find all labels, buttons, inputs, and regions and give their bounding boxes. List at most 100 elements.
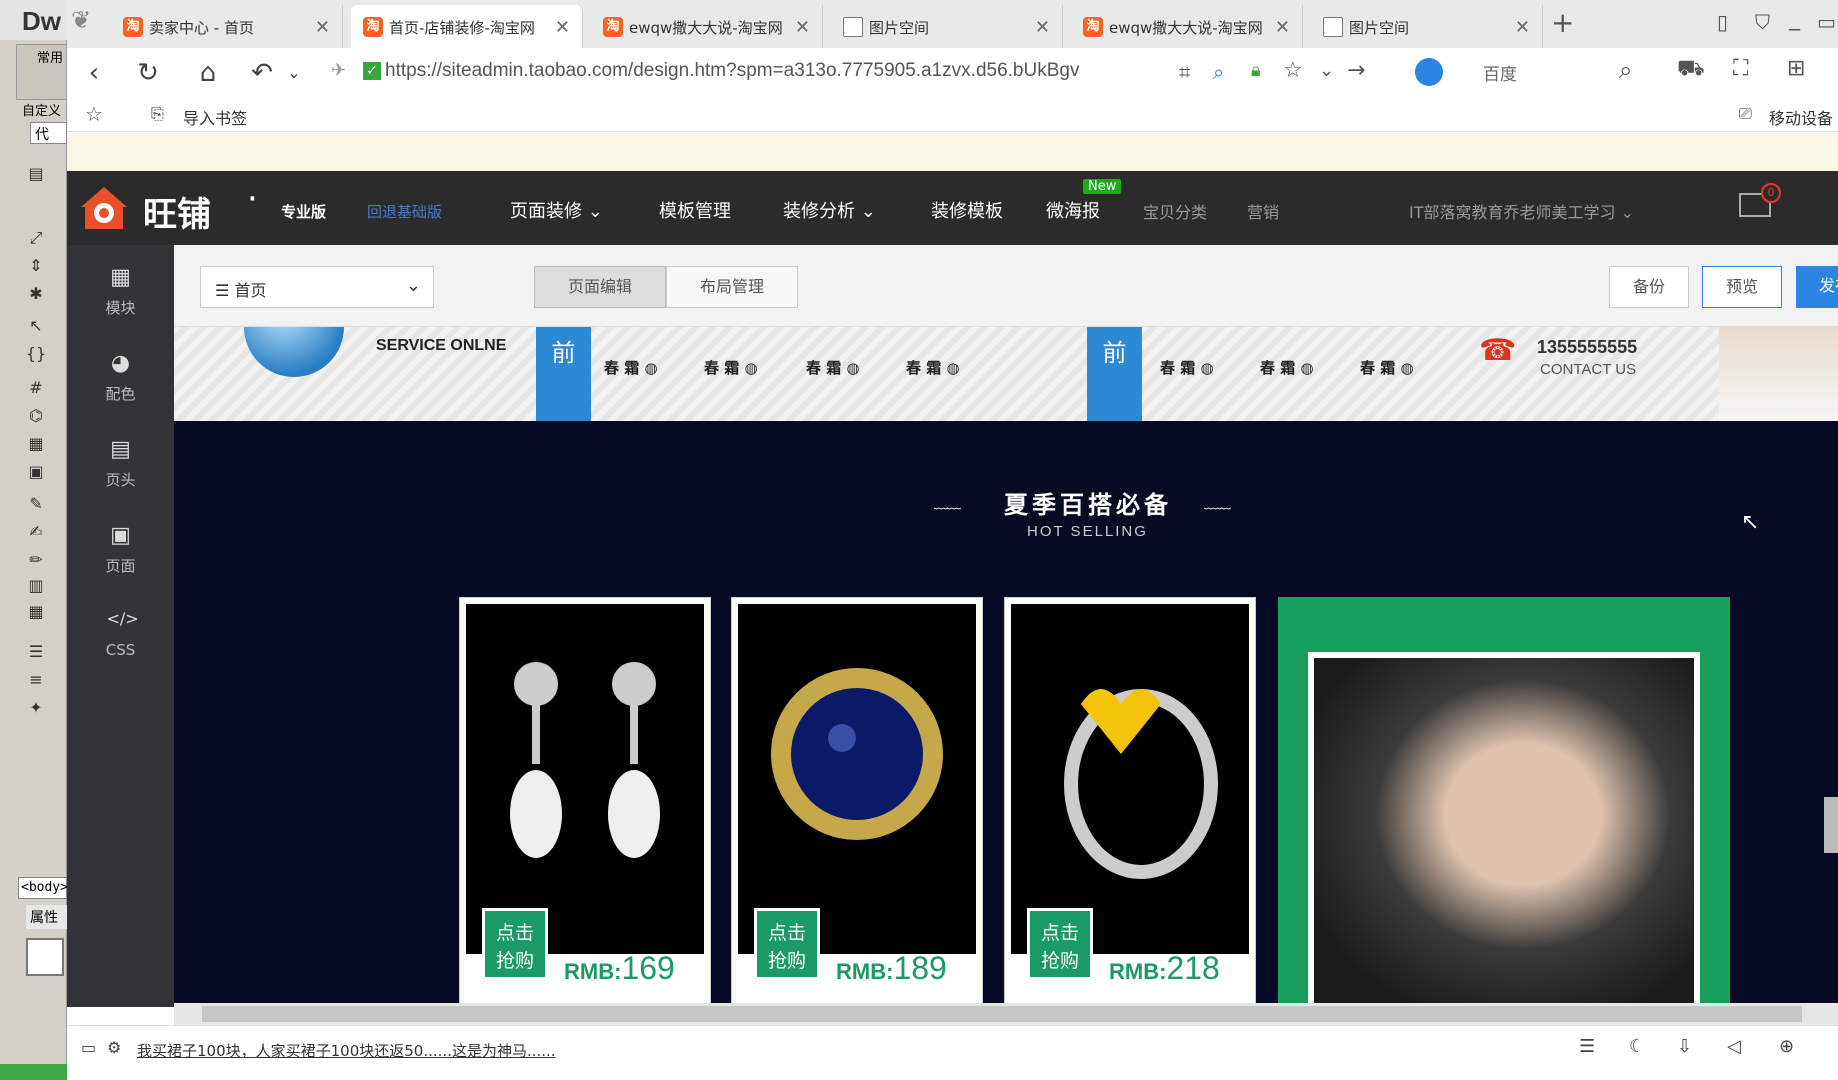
model-banner[interactable] bbox=[1278, 597, 1730, 1003]
close-icon[interactable]: ✕ bbox=[555, 17, 570, 38]
close-icon[interactable]: ✕ bbox=[1275, 17, 1290, 38]
gear-icon[interactable]: ⚙ bbox=[107, 1038, 121, 1057]
chevron-down-icon[interactable]: ⌄ bbox=[1319, 60, 1334, 81]
search-page-icon[interactable]: ⌕ bbox=[1213, 60, 1224, 84]
pencil-icon[interactable]: ✏ bbox=[24, 548, 48, 572]
sidebar-item-modules[interactable]: ▦ 模块 bbox=[67, 245, 174, 331]
dw-tab-custom[interactable]: 自定义 bbox=[22, 100, 61, 119]
star-outline-icon[interactable]: ☆ bbox=[85, 102, 103, 126]
news-marquee[interactable]: 我买裙子100块，人家买裙子100块还返50......这是为神马...... bbox=[137, 1040, 556, 1061]
scrollbar-thumb[interactable] bbox=[202, 1006, 1802, 1022]
download-icon[interactable]: ⇩ bbox=[1677, 1036, 1692, 1057]
mobile-bookmarks-link[interactable]: 移动设备 bbox=[1769, 105, 1833, 129]
nav-micro-poster[interactable]: 微海报 bbox=[1046, 197, 1100, 223]
tab-seller-center[interactable]: 淘 卖家中心 - 首页 ✕ bbox=[111, 5, 343, 48]
tab-shop-5[interactable]: 淘 ewqw撒大大说-淘宝网 ✕ bbox=[1071, 5, 1303, 48]
dw-insert-panel[interactable]: 常用 bbox=[16, 44, 67, 100]
search-engine-label[interactable]: 百度 bbox=[1483, 60, 1517, 85]
dw-code-view-button[interactable]: 代 bbox=[30, 122, 67, 144]
agent-item[interactable]: 春 霜 ◍ bbox=[604, 357, 658, 378]
dw-tab-common[interactable]: 常用 bbox=[37, 47, 63, 66]
product-card[interactable]: 点击 抢购 RMB:189 bbox=[731, 597, 983, 1003]
back-basic-link[interactable]: 回退基础版 bbox=[367, 201, 442, 222]
agent-item[interactable]: 春 霜 ◍ bbox=[906, 357, 960, 378]
bookmark-icon[interactable]: ▦ bbox=[24, 432, 48, 456]
collapse-icon[interactable]: ⇕ bbox=[24, 254, 48, 278]
page-select[interactable]: ☰ 首页 ⌄ bbox=[200, 266, 434, 308]
expand-icon[interactable]: ⤢ bbox=[24, 226, 48, 250]
account-menu[interactable]: IT部落窝教育乔老师美工学习 ⌄ bbox=[1409, 199, 1634, 223]
skin-icon[interactable]: ⛉ bbox=[1755, 10, 1770, 34]
body-tag-selector[interactable]: <body> bbox=[18, 877, 68, 899]
screenshot-icon[interactable]: ⛶ bbox=[1733, 56, 1748, 81]
nav-page-decoration[interactable]: 页面装修 ⌄ bbox=[510, 197, 603, 223]
buy-now-button[interactable]: 点击 抢购 bbox=[754, 908, 820, 980]
star-icon[interactable]: ✱ bbox=[24, 282, 48, 306]
apps-icon[interactable]: ⊞ bbox=[1787, 56, 1805, 81]
nav-decoration-analysis[interactable]: 装修分析 ⌄ bbox=[783, 197, 876, 223]
outdent-icon[interactable]: ≡ bbox=[24, 668, 48, 692]
minimize-icon[interactable]: _ bbox=[1789, 6, 1800, 31]
nav-decoration-templates[interactable]: 装修模板 bbox=[931, 197, 1003, 223]
volume-icon[interactable]: ◁ bbox=[1727, 1036, 1741, 1057]
horizontal-scrollbar[interactable] bbox=[174, 1003, 1838, 1025]
preview-button[interactable]: 预览 bbox=[1702, 266, 1782, 308]
close-icon[interactable]: ✕ bbox=[315, 17, 330, 38]
snippet-icon[interactable]: ⌬ bbox=[24, 404, 48, 428]
sidebar-item-page[interactable]: ▣ 页面 bbox=[67, 503, 174, 589]
document-icon[interactable]: ▥ bbox=[24, 574, 48, 598]
buy-now-button[interactable]: 点击 抢购 bbox=[1027, 908, 1093, 980]
new-tab-icon[interactable]: + bbox=[1551, 6, 1574, 39]
chat-icon[interactable]: ☰ bbox=[1579, 1036, 1595, 1057]
agent-item[interactable]: 春 霜 ◍ bbox=[1360, 357, 1414, 378]
nav-item-category[interactable]: 宝贝分类 bbox=[1143, 199, 1207, 223]
zoom-icon[interactable]: ⊕ bbox=[1779, 1036, 1794, 1057]
undo-icon[interactable]: ↶ bbox=[245, 56, 279, 90]
properties-table-icon[interactable] bbox=[26, 938, 64, 976]
image-icon[interactable]: ▣ bbox=[24, 460, 48, 484]
nav-template-management[interactable]: 模板管理 bbox=[659, 197, 731, 223]
agent-item[interactable]: 春 霜 ◍ bbox=[1260, 357, 1314, 378]
agent-item[interactable]: 春 霜 ◍ bbox=[806, 357, 860, 378]
product-card[interactable]: 点击 抢购 RMB:218 bbox=[1004, 597, 1256, 1003]
maximize-icon[interactable]: ▭ bbox=[1817, 10, 1836, 34]
tab-page-edit[interactable]: 页面编辑 bbox=[534, 266, 666, 308]
home-icon[interactable]: ⌂ bbox=[191, 56, 225, 90]
baidu-paw-icon[interactable] bbox=[1415, 58, 1443, 86]
float-service-icon[interactable] bbox=[1824, 797, 1838, 853]
close-icon[interactable]: ✕ bbox=[1035, 17, 1050, 38]
agent-item[interactable]: 春 霜 ◍ bbox=[704, 357, 758, 378]
tab-image-space[interactable]: 图片空间 ✕ bbox=[831, 5, 1063, 48]
agent-item[interactable]: 春 霜 ◍ bbox=[1160, 357, 1214, 378]
wand-icon[interactable]: ✦ bbox=[24, 696, 48, 720]
video-icon[interactable]: ▭ bbox=[81, 1038, 96, 1057]
comment-icon[interactable]: ✎ bbox=[24, 492, 48, 516]
file-icon[interactable]: ▤ bbox=[24, 162, 48, 186]
select-icon[interactable]: ↖ bbox=[24, 314, 48, 338]
tab-shop-decoration[interactable]: 淘 首页-店铺装修-淘宝网 ✕ bbox=[351, 5, 583, 48]
tab-image-space-2[interactable]: 图片空间 ✕ bbox=[1311, 5, 1543, 48]
tab-shop-3[interactable]: 淘 ewqw撒大大说-淘宝网 ✕ bbox=[591, 5, 823, 48]
nav-marketing[interactable]: 营销 bbox=[1247, 199, 1279, 223]
hash-icon[interactable]: # bbox=[24, 376, 48, 400]
indent-icon[interactable]: ☰ bbox=[24, 640, 48, 664]
forward-arrow-icon[interactable]: → bbox=[1347, 58, 1365, 83]
braces-icon[interactable]: {} bbox=[24, 342, 48, 366]
refresh-icon[interactable]: ↻ bbox=[131, 56, 165, 90]
sidebar-item-colors[interactable]: ◕ 配色 bbox=[67, 331, 174, 417]
tab-layout-management[interactable]: 布局管理 bbox=[666, 266, 798, 308]
import-bookmarks-link[interactable]: 导入书签 bbox=[183, 105, 247, 129]
search-icon[interactable]: ⌕ bbox=[1619, 56, 1632, 84]
publish-button[interactable]: 发布站点 bbox=[1796, 266, 1838, 308]
comment-edit-icon[interactable]: ✍ bbox=[24, 520, 48, 544]
sidebar-item-css[interactable]: </> CSS bbox=[67, 589, 174, 675]
wangpu-logo-icon[interactable] bbox=[79, 185, 129, 231]
close-icon[interactable]: ✕ bbox=[795, 17, 810, 38]
buy-now-button[interactable]: 点击 抢购 bbox=[482, 908, 548, 980]
night-mode-icon[interactable]: ☾ bbox=[1629, 1036, 1645, 1057]
back-icon[interactable]: ‹ bbox=[77, 56, 111, 90]
backup-button[interactable]: 备份 bbox=[1609, 266, 1689, 308]
cart-icon[interactable]: ⛟ bbox=[1677, 56, 1705, 84]
tab-list-icon[interactable]: ▯ bbox=[1717, 10, 1728, 34]
table-icon[interactable]: ▦ bbox=[24, 600, 48, 624]
